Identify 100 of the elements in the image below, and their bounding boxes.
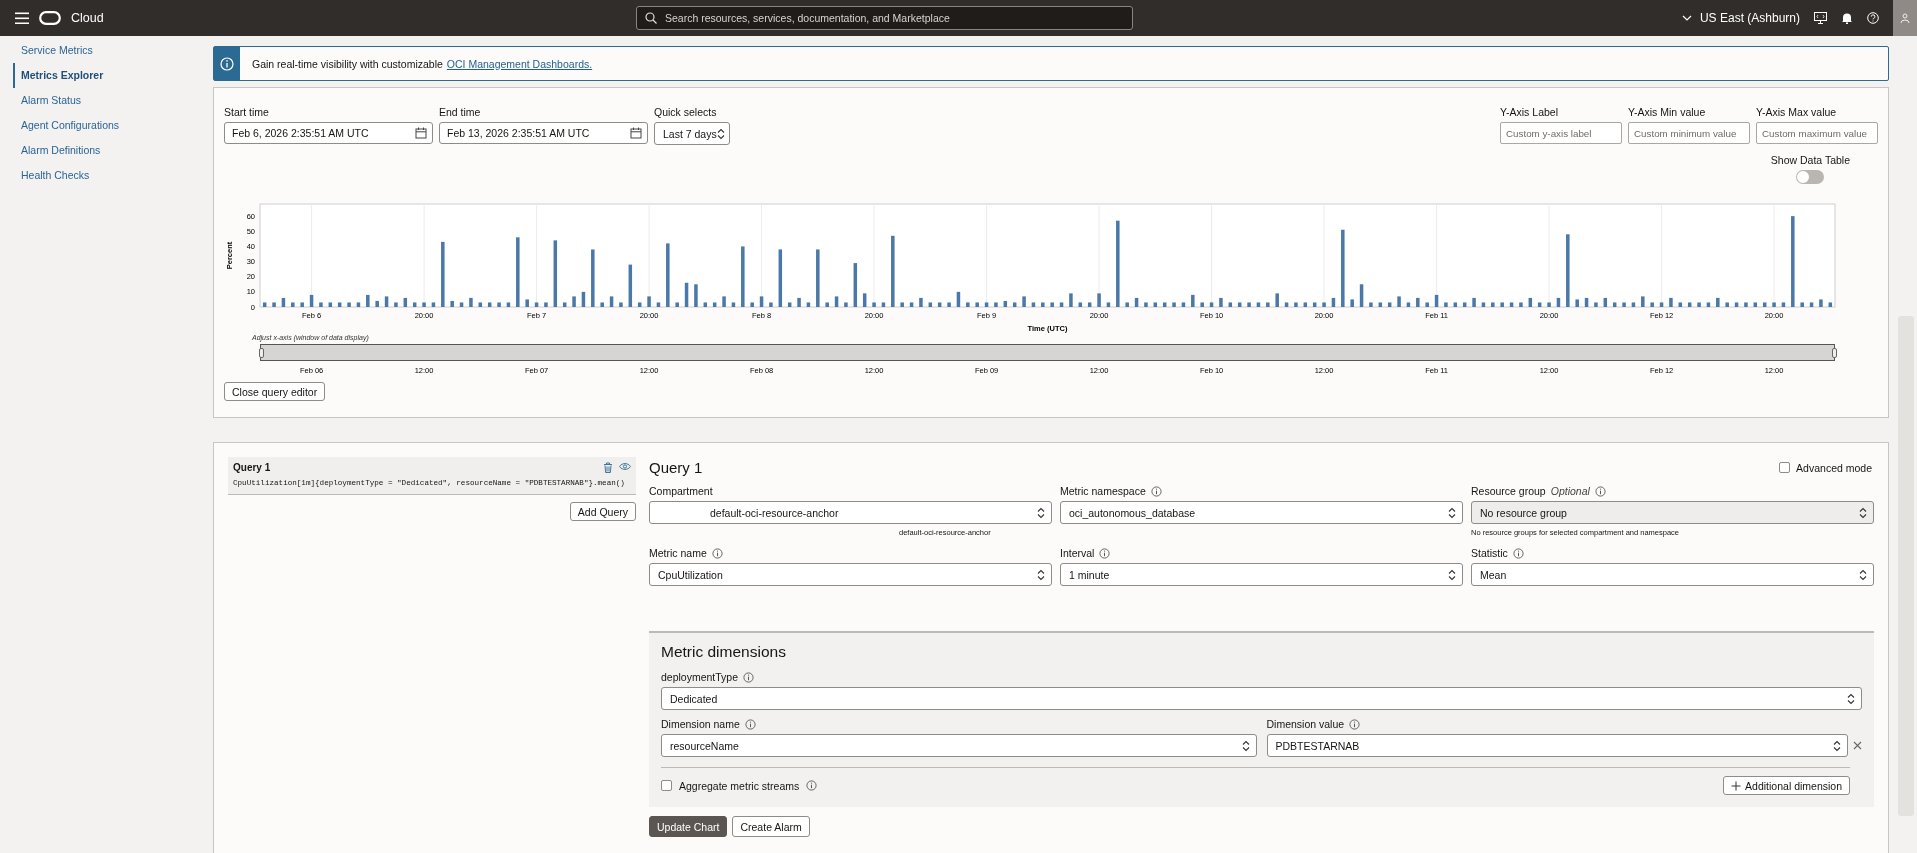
select-field[interactable]: resourceName xyxy=(661,734,1257,757)
field-label: Y-Axis Label xyxy=(1500,106,1558,118)
chart-bar xyxy=(1294,302,1298,307)
chart-bar xyxy=(1612,302,1617,307)
chart-bar xyxy=(1425,302,1429,307)
field-label: Start time xyxy=(224,106,269,118)
date-field[interactable]: Feb 13, 2026 2:35:51 AM UTC xyxy=(439,122,648,144)
chart-bar xyxy=(853,263,858,307)
chart-bar xyxy=(1397,296,1401,307)
chart-bar xyxy=(1219,297,1223,307)
eye-icon[interactable] xyxy=(619,462,631,471)
select-field[interactable]: oci_autonomous_database xyxy=(1060,501,1463,524)
date-field[interactable]: Feb 6, 2026 2:35:51 AM UTC xyxy=(224,122,433,144)
chart-bar xyxy=(1519,302,1523,307)
chart-bar xyxy=(881,302,886,307)
quick-select[interactable]: Last 7 days xyxy=(654,122,730,145)
banner-text: Gain real-time visibility with customizable xyxy=(252,57,443,70)
nav-link[interactable]: Agent Configurations xyxy=(13,113,213,138)
menu-icon[interactable] xyxy=(15,12,29,24)
chart-bar xyxy=(750,302,754,307)
chart-bar xyxy=(1547,302,1551,307)
select-field[interactable]: CpuUtilization xyxy=(649,563,1052,586)
nav-link[interactable]: Service Metrics xyxy=(13,38,213,63)
update-chart-button[interactable]: Update Chart xyxy=(649,816,728,837)
field-label: Metric namespace xyxy=(1060,485,1146,497)
help-icon[interactable] xyxy=(1867,12,1879,24)
chart-bar xyxy=(384,296,389,307)
nav-link[interactable]: Alarm Status xyxy=(13,88,213,113)
logo-icon[interactable] xyxy=(39,11,61,25)
nav-link[interactable]: Alarm Definitions xyxy=(13,138,213,163)
chart-bar xyxy=(1266,302,1270,307)
chart-bar xyxy=(600,302,604,307)
chart-bar xyxy=(1734,302,1739,307)
chart-bar xyxy=(647,296,651,307)
toggle-switch[interactable] xyxy=(1796,170,1825,184)
select-field[interactable]: PDBTESTARNAB xyxy=(1266,734,1848,757)
chart-bar xyxy=(1369,302,1373,307)
chart-bar xyxy=(1575,299,1579,307)
editor-title: Query 1 xyxy=(649,459,703,476)
chart-bar xyxy=(1275,293,1279,307)
chevron-icon xyxy=(1448,506,1456,519)
slider-handle[interactable] xyxy=(1831,348,1837,358)
chart-bar xyxy=(787,302,792,307)
chart-bar xyxy=(1003,300,1008,307)
brand-name[interactable]: Cloud xyxy=(71,11,104,25)
dashboards-link[interactable]: OCI Management Dashboards. xyxy=(446,57,593,70)
checkbox-label: Advanced mode xyxy=(1796,461,1872,474)
monitor-icon[interactable] xyxy=(1814,12,1827,24)
select-field[interactable]: Dedicated xyxy=(661,687,1862,710)
region-selector[interactable]: US East (Ashburn) xyxy=(1681,11,1800,25)
chart-bar xyxy=(309,294,314,307)
chart-bar xyxy=(356,302,361,307)
chart-bar xyxy=(300,302,304,307)
text-field[interactable]: Custom y-axis label xyxy=(1500,122,1622,144)
text-field[interactable]: Custom minimum value xyxy=(1628,122,1750,144)
chart-bar xyxy=(1172,302,1176,307)
select-field[interactable]: 1 minute xyxy=(1060,563,1463,586)
bell-icon[interactable] xyxy=(1841,12,1853,24)
chart-bar xyxy=(862,293,867,307)
chart-bar xyxy=(1228,302,1233,307)
chart-bar xyxy=(562,302,567,307)
chevron-icon xyxy=(716,127,725,140)
chart-bar xyxy=(469,297,473,307)
slider-handle[interactable] xyxy=(258,348,264,358)
chart-bar xyxy=(1256,302,1261,307)
nav-link[interactable]: Health Checks xyxy=(13,163,213,188)
close-icon[interactable] xyxy=(1853,741,1862,750)
select-field[interactable]: default-oci-resource-anchor xyxy=(649,501,1052,524)
checkbox[interactable] xyxy=(661,780,672,791)
chart-bar xyxy=(1247,302,1251,307)
chart-bar xyxy=(928,302,933,307)
checkbox[interactable] xyxy=(1779,462,1791,473)
chart-bar xyxy=(872,302,876,307)
add-dimension-button[interactable]: Additional dimension xyxy=(1723,776,1850,795)
chart-bar xyxy=(1491,302,1495,307)
chart-bar xyxy=(1481,302,1486,307)
chart-bar xyxy=(1069,293,1073,307)
chart-bar xyxy=(1406,302,1411,307)
text-field[interactable]: Custom maximum value xyxy=(1756,122,1878,144)
create-alarm-button[interactable]: Create Alarm xyxy=(732,816,810,837)
add-query-button[interactable]: Add Query xyxy=(569,502,636,521)
chevron-icon xyxy=(1037,506,1045,519)
range-slider[interactable] xyxy=(260,344,1835,361)
close-query-editor-button[interactable]: Close query editor xyxy=(224,382,326,401)
chart-bar xyxy=(731,302,736,307)
chart-bar xyxy=(1434,294,1439,307)
chart-bar xyxy=(1134,297,1139,307)
chart-bar xyxy=(984,302,989,307)
chart-bar xyxy=(609,296,614,307)
trash-icon[interactable] xyxy=(603,462,613,473)
chart-bar xyxy=(450,300,454,307)
chart-bar xyxy=(1350,299,1354,307)
chart-bar xyxy=(1781,302,1786,307)
chart-bar xyxy=(497,302,501,307)
chart-bar xyxy=(1631,302,1636,307)
select-field[interactable]: Mean xyxy=(1471,563,1874,586)
chart-bar xyxy=(1022,296,1026,307)
search-field[interactable]: Search resources, services, documentation, and Marketplace xyxy=(636,6,1133,30)
field-label: Y-Axis Min value xyxy=(1628,106,1706,118)
chart-bar xyxy=(459,302,464,307)
